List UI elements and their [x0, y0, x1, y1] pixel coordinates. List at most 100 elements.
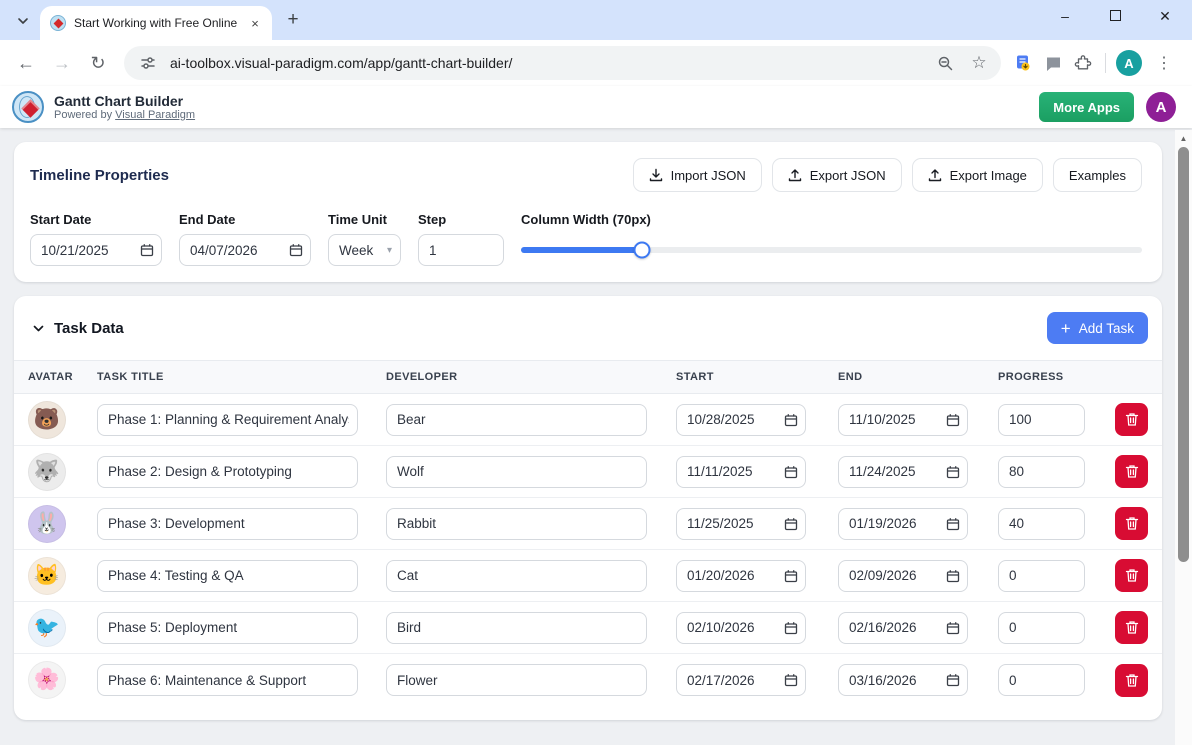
progress-input[interactable]: [998, 664, 1085, 696]
progress-input[interactable]: [998, 507, 1085, 540]
user-avatar[interactable]: A: [1146, 92, 1176, 122]
progress-input[interactable]: [998, 611, 1085, 644]
import-json-button[interactable]: Import JSON: [632, 158, 762, 192]
zoom-out-icon[interactable]: [933, 51, 957, 75]
start-date-field: Start Date: [30, 212, 162, 266]
calendar-icon[interactable]: [946, 673, 960, 692]
task-title-input[interactable]: [97, 455, 358, 488]
window-close-button[interactable]: ✕: [1154, 8, 1176, 25]
powered-by-text: Powered by: [54, 108, 113, 121]
window-maximize-button[interactable]: [1104, 8, 1126, 24]
calendar-icon[interactable]: [784, 621, 798, 640]
address-bar[interactable]: ai-toolbox.visual-paradigm.com/app/gantt…: [124, 46, 1001, 80]
delete-task-button[interactable]: [1115, 559, 1148, 592]
export-json-button[interactable]: Export JSON: [771, 158, 902, 192]
window-minimize-button[interactable]: –: [1054, 8, 1076, 24]
trash-icon: [1125, 621, 1138, 634]
developer-input[interactable]: [386, 611, 647, 644]
bird-avatar: 🐦: [28, 608, 66, 647]
developer-input[interactable]: [386, 664, 647, 696]
more-apps-button[interactable]: More Apps: [1039, 92, 1134, 122]
calendar-icon[interactable]: [946, 569, 960, 588]
progress-input[interactable]: [998, 455, 1085, 488]
url-text[interactable]: ai-toolbox.visual-paradigm.com/app/gantt…: [170, 55, 923, 71]
time-unit-value: Week: [339, 242, 374, 258]
visual-paradigm-link[interactable]: Visual Paradigm: [115, 109, 195, 121]
task-row: 🐻: [14, 394, 1162, 446]
scrollbar-up-arrow-icon[interactable]: ▲: [1175, 130, 1192, 146]
task-title-input[interactable]: [97, 611, 358, 644]
site-settings-icon[interactable]: [136, 51, 160, 75]
browser-profile-avatar[interactable]: A: [1116, 50, 1142, 76]
calendar-icon[interactable]: [946, 465, 960, 484]
delete-task-button[interactable]: [1115, 507, 1148, 540]
extensions-puzzle-icon[interactable]: [1071, 51, 1095, 75]
task-title-input[interactable]: [97, 507, 358, 540]
task-title-input[interactable]: [97, 559, 358, 592]
tab-close-icon[interactable]: ×: [246, 14, 264, 32]
reload-icon[interactable]: ↻: [82, 47, 114, 79]
timeline-properties-title: Timeline Properties: [30, 166, 169, 184]
calendar-icon[interactable]: [784, 465, 798, 484]
delete-task-button[interactable]: [1115, 455, 1148, 488]
developer-input[interactable]: [386, 507, 647, 540]
trash-icon: [1125, 517, 1138, 530]
task-title-input[interactable]: [97, 403, 358, 436]
task-table-header: AVATAR TASK TITLE DEVELOPER START END PR…: [14, 360, 1162, 394]
calendar-icon[interactable]: [784, 673, 798, 692]
new-tab-button[interactable]: +: [280, 7, 306, 33]
chevron-down-icon: ▾: [386, 244, 392, 256]
window-controls: – ✕: [1054, 0, 1184, 32]
step-input[interactable]: [418, 234, 504, 266]
developer-input[interactable]: [386, 559, 647, 592]
examples-button[interactable]: Examples: [1052, 158, 1142, 192]
collapse-chevron-icon[interactable]: [32, 322, 45, 335]
calendar-icon[interactable]: [946, 621, 960, 640]
reading-list-extension-icon[interactable]: [1011, 51, 1035, 75]
calendar-icon[interactable]: [289, 243, 303, 262]
page-scrollbar[interactable]: ▲: [1175, 130, 1192, 745]
column-width-slider[interactable]: [521, 241, 1142, 259]
add-task-button[interactable]: + Add Task: [1046, 312, 1148, 344]
examples-label: Examples: [1068, 167, 1126, 183]
time-unit-select[interactable]: Week ▾: [328, 234, 401, 266]
export-icon: [788, 169, 801, 182]
calendar-icon[interactable]: [946, 517, 960, 536]
browser-menu-kebab-icon[interactable]: ⋮: [1148, 47, 1180, 79]
tab-search-chevron-icon[interactable]: [10, 8, 36, 34]
delete-task-button[interactable]: [1115, 403, 1148, 436]
task-row: 🐦: [14, 602, 1162, 654]
col-avatar: AVATAR: [28, 371, 73, 383]
flower-avatar: 🌸: [28, 661, 66, 699]
step-field: Step: [418, 212, 504, 266]
bookmark-star-icon[interactable]: ☆: [967, 51, 991, 75]
delete-task-button[interactable]: [1115, 611, 1148, 644]
task-row: 🌸: [14, 654, 1162, 706]
calendar-icon[interactable]: [784, 413, 798, 432]
comment-extension-icon[interactable]: [1041, 51, 1065, 75]
developer-input[interactable]: [386, 455, 647, 488]
task-row: 🐺: [14, 446, 1162, 498]
app-header: Gantt Chart Builder Powered by Visual Pa…: [0, 86, 1192, 128]
back-icon[interactable]: ←: [10, 47, 42, 79]
progress-input[interactable]: [998, 559, 1085, 592]
task-row: 🐰: [14, 498, 1162, 550]
app-subtitle: Powered by Visual Paradigm: [54, 109, 1039, 122]
calendar-icon[interactable]: [140, 243, 154, 262]
calendar-icon[interactable]: [784, 517, 798, 536]
progress-input[interactable]: [998, 403, 1085, 436]
slider-thumb[interactable]: [633, 241, 651, 259]
calendar-icon[interactable]: [946, 413, 960, 432]
calendar-icon[interactable]: [784, 569, 798, 588]
delete-task-button[interactable]: [1115, 663, 1148, 697]
plus-icon: +: [1060, 318, 1071, 338]
browser-tab[interactable]: Start Working with Free Online ×: [40, 6, 272, 40]
timeline-properties-card: Timeline Properties Import JSON Export J…: [14, 142, 1162, 282]
export-image-button[interactable]: Export Image: [911, 158, 1043, 192]
step-label: Step: [418, 212, 447, 227]
scrollbar-thumb[interactable]: [1178, 147, 1189, 562]
task-title-input[interactable]: [97, 664, 358, 696]
developer-input[interactable]: [386, 403, 647, 436]
export-image-label: Export Image: [949, 167, 1027, 183]
col-task-title: TASK TITLE: [97, 371, 164, 383]
